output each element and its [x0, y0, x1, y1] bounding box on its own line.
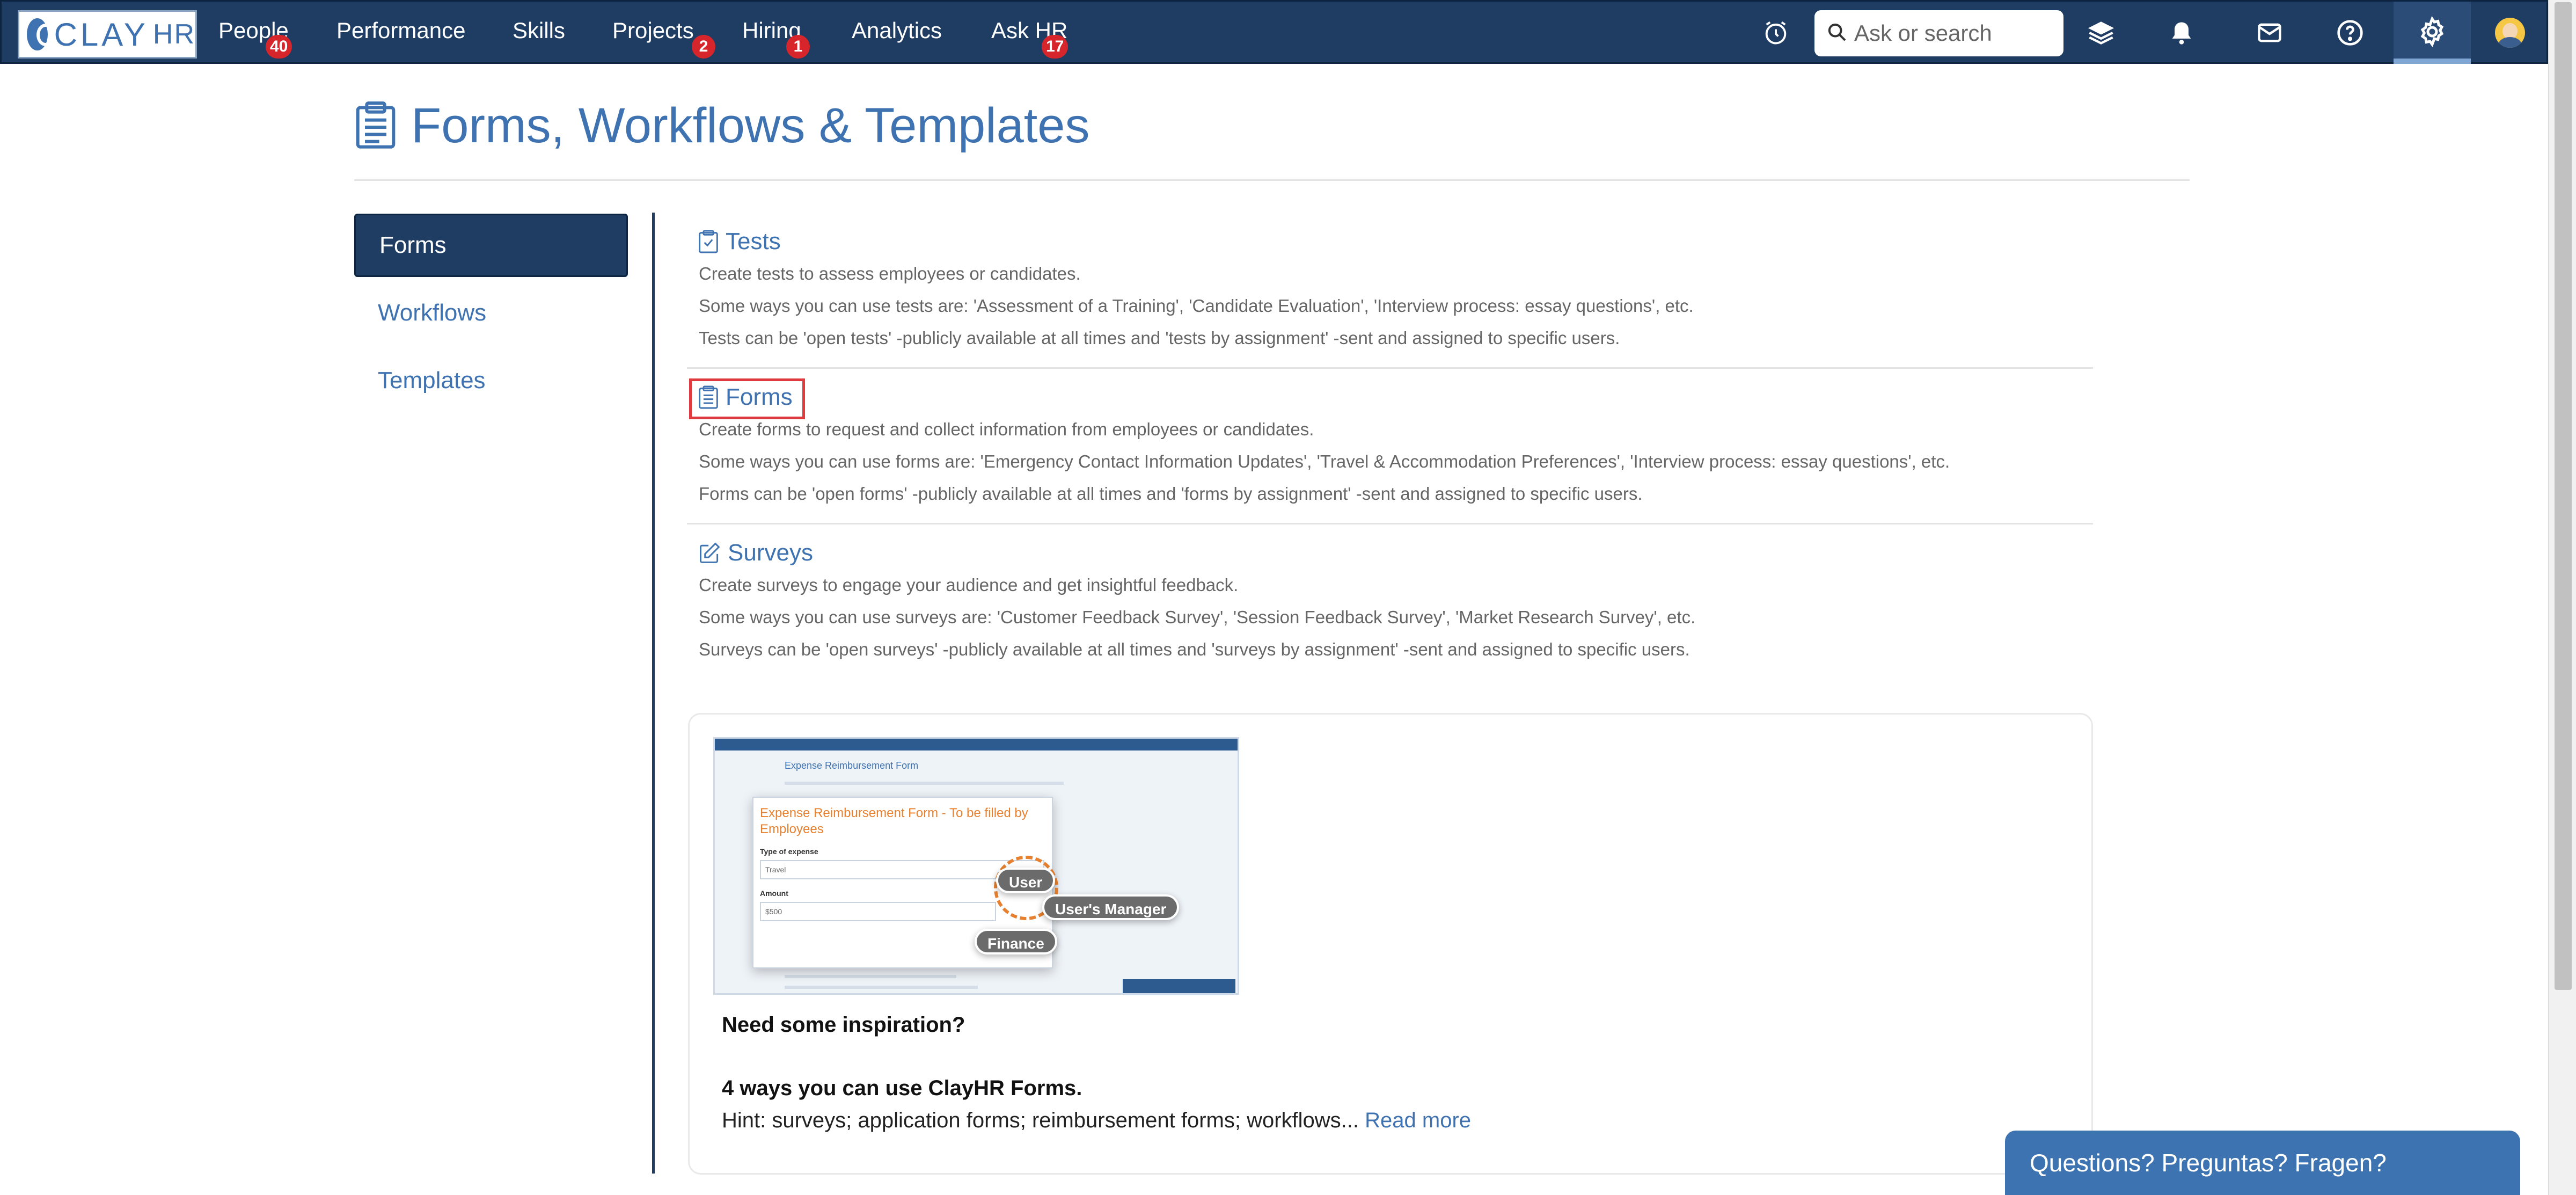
- section-surveys: Surveys Create surveys to engage your au…: [687, 537, 2093, 666]
- content-divider: [652, 213, 655, 1174]
- nav-label: Projects: [612, 18, 694, 43]
- top-navigation-bar: CLAY HR People 40 Performance Skills Pro…: [0, 0, 2548, 64]
- logo-suffix: HR: [152, 19, 195, 50]
- nav-badge-projects: 2: [692, 35, 715, 59]
- section-divider: [687, 367, 2093, 369]
- thumbnail-header: Expense Reimbursement Form: [785, 760, 919, 771]
- section-line: Forms can be 'open forms' -publicly avai…: [699, 484, 1643, 504]
- nav-item-analytics[interactable]: Analytics: [852, 18, 942, 43]
- nav-item-skills[interactable]: Skills: [513, 18, 565, 43]
- logo-text: CLAY: [54, 16, 149, 53]
- section-line: Tests can be 'open tests' -publicly avai…: [699, 328, 1620, 348]
- avatar[interactable]: [2495, 18, 2525, 48]
- nav-label: Analytics: [852, 18, 942, 43]
- thumbnail-line: [785, 986, 978, 989]
- nav-item-projects[interactable]: Projects: [612, 18, 694, 43]
- logo-mark-icon: [27, 18, 55, 50]
- sidebar-item-workflows[interactable]: Workflows: [354, 281, 628, 345]
- title-divider: [354, 179, 2190, 181]
- thumbnail-navbar: [715, 739, 1238, 750]
- forms-link[interactable]: Forms: [687, 381, 2093, 413]
- section-line: Create tests to assess employees or cand…: [699, 264, 1081, 283]
- forms-highlight-box: [689, 378, 805, 419]
- inspiration-heading: Need some inspiration?: [722, 1013, 965, 1037]
- section-divider: [687, 523, 2093, 524]
- tests-link[interactable]: Tests: [687, 225, 2093, 258]
- hint-text: Hint: surveys; application forms; reimbu…: [722, 1109, 1359, 1132]
- nav-label: Skills: [513, 18, 566, 43]
- surveys-link[interactable]: Surveys: [687, 537, 2093, 569]
- section-line: Some ways you can use forms are: 'Emerge…: [699, 451, 1950, 471]
- page-header: Forms, Workflows & Templates: [354, 98, 1089, 154]
- alarm-clock-icon[interactable]: [1760, 17, 1792, 49]
- inspiration-thumbnail[interactable]: Expense Reimbursement Form Expense Reimb…: [713, 737, 1239, 995]
- section-title: Tests: [726, 228, 781, 254]
- section-line: Some ways you can use surveys are: 'Cust…: [699, 607, 1696, 627]
- sidebar-item-label: Forms: [379, 232, 447, 258]
- nav-badge-people: 40: [266, 35, 292, 59]
- thumbnail-field-label: Type of expense: [760, 847, 818, 856]
- thumbnail-chip-manager: User's Manager: [1042, 894, 1180, 920]
- section-line: Some ways you can use tests are: 'Assess…: [699, 296, 1694, 316]
- section-tests: Tests Create tests to assess employees o…: [687, 225, 2093, 354]
- thumbnail-field-value: $500: [760, 902, 996, 921]
- clipboard-check-icon: [698, 230, 719, 253]
- page-scrollbar[interactable]: [2548, 0, 2576, 1195]
- sidebar-item-templates[interactable]: Templates: [354, 349, 628, 412]
- mail-icon[interactable]: [2253, 17, 2286, 49]
- thumbnail-chip-finance: Finance: [975, 929, 1057, 954]
- nav-item-performance[interactable]: Performance: [336, 18, 465, 43]
- inspiration-subheading: 4 ways you can use ClayHR Forms.: [722, 1076, 1082, 1100]
- thumbnail-panel-title: Expense Reimbursement Form - To be fille…: [760, 806, 1028, 836]
- section-line: Create forms to request and collect info…: [699, 419, 1314, 439]
- read-more-link[interactable]: Read more: [1365, 1109, 1471, 1132]
- nav-badge-ask-hr: 17: [1042, 35, 1069, 59]
- layers-icon[interactable]: [2085, 17, 2117, 49]
- chat-label: Questions? Preguntas? Fragen?: [2030, 1149, 2387, 1177]
- settings-tab-active[interactable]: [2394, 2, 2471, 64]
- clipboard-icon: [354, 100, 397, 151]
- thumbnail-footer-bar: [1123, 979, 1235, 993]
- thumbnail-chip-user: User: [996, 868, 1056, 893]
- search-box[interactable]: [1814, 10, 2063, 56]
- nav-badge-hiring: 1: [786, 35, 810, 59]
- sidebar-item-label: Templates: [378, 367, 486, 394]
- thumbnail-line: [785, 782, 1064, 785]
- search-input[interactable]: [1854, 20, 2058, 46]
- section-title: Surveys: [728, 540, 813, 566]
- help-icon[interactable]: [2334, 17, 2366, 49]
- edit-icon: [698, 541, 721, 565]
- sidebar-item-label: Workflows: [378, 300, 487, 326]
- bell-icon[interactable]: [2165, 17, 2198, 49]
- inspiration-card: Expense Reimbursement Form Expense Reimb…: [688, 713, 2093, 1175]
- inspiration-hint: Hint: surveys; application forms; reimbu…: [722, 1109, 1471, 1133]
- thumbnail-line: [785, 975, 956, 978]
- search-icon: [1826, 21, 1848, 46]
- scrollbar-thumb[interactable]: [2555, 2, 2572, 990]
- thumbnail-field-label: Amount: [760, 889, 788, 898]
- section-line: Surveys can be 'open surveys' -publicly …: [699, 639, 1690, 659]
- chat-widget-button[interactable]: Questions? Preguntas? Fragen?: [2005, 1131, 2520, 1195]
- gear-icon: [2416, 16, 2448, 50]
- nav-label: Performance: [336, 18, 466, 43]
- section-line: Create surveys to engage your audience a…: [699, 575, 1239, 595]
- section-forms: Forms Create forms to request and collec…: [687, 381, 2093, 510]
- clayhr-logo[interactable]: CLAY HR: [18, 10, 197, 59]
- page-title: Forms, Workflows & Templates: [411, 98, 1090, 153]
- sidebar-item-forms[interactable]: Forms: [354, 214, 628, 277]
